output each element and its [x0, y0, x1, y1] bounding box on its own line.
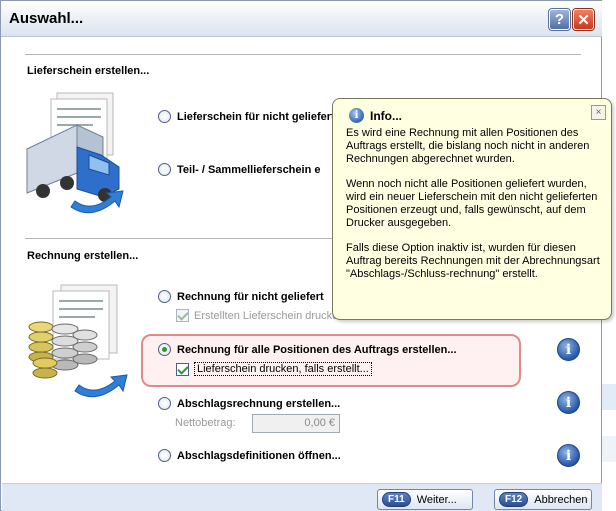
coins-document-icon: [28, 284, 128, 398]
help-icon: ?: [554, 11, 565, 28]
option-rechnung-nicht-geliefert[interactable]: Rechnung für nicht geliefert: [158, 290, 324, 303]
title-bar: Auswahl... ? ✕: [1, 1, 603, 37]
netto-label: Nettobetrag:: [175, 417, 236, 429]
weiter-button[interactable]: F11 Weiter...: [377, 489, 473, 510]
radio-rechnung-alle-positionen[interactable]: [158, 343, 171, 356]
checkbox-lieferschein-drucken[interactable]: [176, 362, 189, 376]
label-teil-sammellieferschein: Teil- / Sammellieferschein e: [177, 163, 321, 176]
radio-abschlagsrechnung[interactable]: [158, 397, 171, 410]
abbrechen-label: Abbrechen: [534, 493, 588, 506]
check-erstellten-lieferschein[interactable]: Erstellten Lieferschein drucke: [176, 309, 338, 322]
weiter-label: Weiter...: [416, 493, 457, 506]
label-abschlagsrechnung: Abschlagsrechnung erstellen...: [177, 397, 341, 410]
tooltip-close-icon[interactable]: ×: [591, 105, 606, 120]
option-rechnung-alle-positionen[interactable]: Rechnung für alle Positionen des Auftrag…: [158, 343, 457, 356]
tooltip-paragraph: Falls diese Option inaktiv ist, wurden f…: [346, 242, 600, 280]
tooltip-title: Info...: [370, 108, 402, 123]
label-abschlagsdefinitionen: Abschlagsdefinitionen öffnen...: [177, 449, 341, 462]
option-lieferschein-nicht-geliefert[interactable]: Lieferschein für nicht geliefert: [158, 110, 335, 123]
label-lieferschein-nicht-geliefert: Lieferschein für nicht geliefert: [177, 110, 335, 123]
label-rechnung-nicht-geliefert: Rechnung für nicht geliefert: [177, 290, 324, 303]
help-button[interactable]: ?: [548, 8, 571, 31]
tooltip-paragraph: Wenn noch nicht alle Positionen geliefer…: [346, 178, 598, 229]
abbrechen-button[interactable]: F12 Abbrechen: [494, 489, 592, 510]
close-button[interactable]: ✕: [572, 8, 595, 31]
section-title-rechnung: Rechnung erstellen...: [27, 250, 139, 262]
info-icon[interactable]: i: [557, 444, 580, 467]
option-teil-sammellieferschein[interactable]: Teil- / Sammellieferschein e: [158, 163, 320, 176]
close-icon: ✕: [577, 11, 590, 29]
tooltip-body: Es wird eine Rechnung mit allen Position…: [346, 127, 608, 293]
radio-lieferschein-nicht-geliefert[interactable]: [158, 110, 171, 123]
netto-input[interactable]: 0,00 €: [252, 414, 340, 433]
info-icon[interactable]: i: [557, 391, 580, 414]
info-tooltip: i Info... × Es wird eine Rechnung mit al…: [332, 98, 612, 320]
label-erstellten-lieferschein: Erstellten Lieferschein drucke: [194, 309, 339, 322]
radio-teil-sammellieferschein[interactable]: [158, 163, 171, 176]
checkbox-erstellten-lieferschein[interactable]: [176, 309, 189, 322]
section-title-lieferschein: Lieferschein erstellen...: [27, 65, 150, 77]
separator-top: [25, 54, 581, 55]
tooltip-info-icon: i: [349, 108, 364, 123]
window-title: Auswahl...: [9, 10, 84, 27]
f12-key-badge: F12: [499, 492, 529, 507]
truck-document-icon: [26, 92, 124, 214]
label-lieferschein-drucken: Lieferschein drucken, falls erstellt...: [194, 362, 372, 376]
f11-key-badge: F11: [382, 492, 411, 507]
tooltip-header: i Info...: [349, 108, 402, 123]
option-abschlagsdefinitionen[interactable]: Abschlagsdefinitionen öffnen...: [158, 449, 341, 462]
tooltip-paragraph: Es wird eine Rechnung mit allen Position…: [346, 127, 590, 165]
highlighted-option-box: [141, 334, 521, 387]
label-rechnung-alle-positionen: Rechnung für alle Positionen des Auftrag…: [177, 343, 457, 356]
radio-abschlagsdefinitionen[interactable]: [158, 449, 171, 462]
radio-rechnung-nicht-geliefert[interactable]: [158, 290, 171, 303]
check-lieferschein-drucken[interactable]: Lieferschein drucken, falls erstellt...: [176, 362, 372, 376]
option-abschlagsrechnung[interactable]: Abschlagsrechnung erstellen...: [158, 397, 340, 410]
info-icon[interactable]: i: [557, 338, 580, 361]
button-bar: F11 Weiter... F12 Abbrechen: [2, 483, 602, 511]
